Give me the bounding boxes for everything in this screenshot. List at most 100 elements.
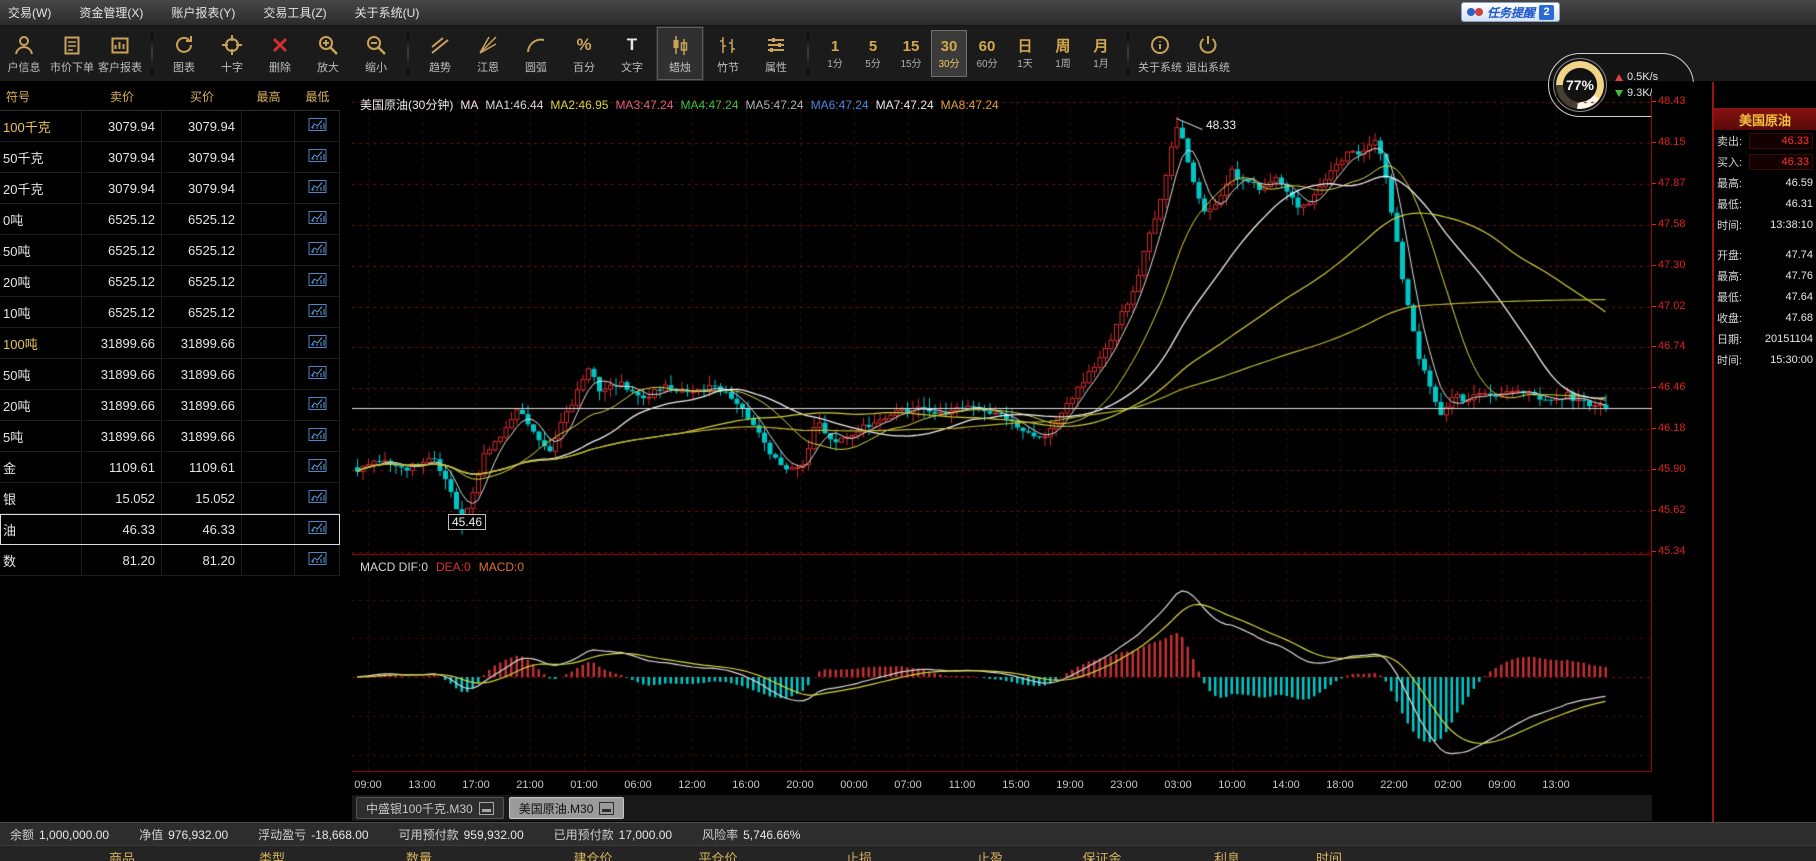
mini-chart-icon[interactable]	[308, 427, 327, 445]
orders-col-7: 保证金	[1082, 851, 1122, 861]
zoom-in-button[interactable]: 放大	[304, 26, 352, 81]
task-reminder-icon-2	[1474, 8, 1483, 16]
mini-chart-icon[interactable]	[308, 241, 327, 259]
delete-button[interactable]: 删除	[256, 26, 304, 81]
menu-item-0[interactable]: 交易(W)	[8, 4, 51, 21]
time-axis-label: 12:00	[678, 779, 706, 791]
client-report-button[interactable]: 客户报表	[96, 26, 144, 81]
ohlc-style-button[interactable]: 竹节	[704, 26, 752, 81]
mini-chart-icon[interactable]	[308, 365, 327, 383]
chart-refresh-button[interactable]: 图表	[160, 26, 208, 81]
time-axis-label: 22:00	[1380, 779, 1408, 791]
text-tool-button[interactable]: T 文字	[608, 26, 656, 81]
watchlist-col-4[interactable]: 最低	[295, 88, 340, 105]
timeframe-1w-button[interactable]: 周 1周	[1045, 30, 1081, 77]
zoom-out-button[interactable]: 缩小	[352, 26, 400, 81]
percent-button[interactable]: % 百分	[560, 26, 608, 81]
macd-header: MACD DIF:0 DEA:0 MACD:0	[360, 560, 532, 574]
watchlist-row[interactable]: 100吨 31899.66 31899.66	[0, 328, 340, 359]
mini-chart-icon[interactable]	[308, 334, 327, 352]
watchlist-row[interactable]: 20吨 31899.66 31899.66	[0, 390, 340, 421]
watchlist-col-2[interactable]: 买价	[162, 88, 242, 105]
menu-item-2[interactable]: 账户报表(Y)	[171, 4, 235, 21]
watchlist-col-0[interactable]: 符号	[0, 88, 82, 105]
exit-system-button[interactable]: 退出系统	[1184, 26, 1232, 81]
quote-field: 买入: 46.33	[1714, 151, 1816, 172]
zoom-out-icon	[365, 33, 387, 57]
chart-tab-1[interactable]: 美国原油.M30	[508, 797, 625, 819]
chart-tab-0[interactable]: 中盛银100千克.M30	[356, 797, 504, 819]
watchlist-table: 符号 卖价 买价 最高 最低 100千克 3079.94 3079.94 50千克 3079.94…	[0, 82, 340, 576]
task-reminder-badge[interactable]: 任务提醒 2	[1460, 2, 1560, 22]
timeframe-1m-button[interactable]: 1 1分	[817, 30, 853, 77]
time-axis-label: 13:00	[1542, 779, 1570, 791]
properties-button[interactable]: 属性	[752, 26, 800, 81]
ohlc-bar-icon	[717, 33, 739, 57]
mini-chart-icon[interactable]	[308, 551, 327, 569]
timeframe-1mo-button[interactable]: 月 1月	[1083, 30, 1119, 77]
mini-chart-icon[interactable]	[308, 210, 327, 228]
market-order-button[interactable]: 市价下单	[48, 26, 96, 81]
mini-chart-icon[interactable]	[308, 303, 327, 321]
high-price-annotation: 48.33	[1206, 118, 1237, 132]
price-axis-label: 45.34	[1652, 544, 1686, 557]
orders-col-3: 建仓价	[573, 851, 613, 861]
orders-table-header: 商品 类型 数量 建仓价 平仓价 止损 止盈 保证金 利息 时间	[0, 845, 1816, 861]
mini-chart-icon[interactable]	[308, 117, 327, 135]
watchlist-row[interactable]: 0吨 6525.12 6525.12	[0, 204, 340, 235]
menu-item-1[interactable]: 资金管理(X)	[79, 4, 143, 21]
watchlist-row[interactable]: 20千克 3079.94 3079.94	[0, 173, 340, 204]
timeframe-15m-button[interactable]: 15 15分	[893, 30, 929, 77]
watchlist-row[interactable]: 100千克 3079.94 3079.94	[0, 111, 340, 142]
orders-col-4: 平仓价	[698, 851, 738, 861]
watchlist-row[interactable]: 银 15.052 15.052	[0, 483, 340, 514]
status-item-1: 净值 976,932.00	[139, 827, 229, 842]
crosshair-button[interactable]: 十字	[208, 26, 256, 81]
watchlist-row[interactable]: 50千克 3079.94 3079.94	[0, 142, 340, 173]
time-axis-label: 14:00	[1272, 779, 1300, 791]
time-axis-label: 02:00	[1434, 779, 1462, 791]
price-axis: 48.43 48.15 47.87 47.58 47.30 47.02 46.74 46.46…	[1652, 82, 1710, 795]
arc-button[interactable]: 圆弧	[512, 26, 560, 81]
timeframe-5m-button[interactable]: 5 5分	[855, 30, 891, 77]
user-info-button[interactable]: 户信息	[0, 26, 48, 81]
menu-item-3[interactable]: 交易工具(Z)	[263, 4, 326, 21]
mini-chart-icon[interactable]	[308, 272, 327, 290]
mini-chart-icon[interactable]	[308, 396, 327, 414]
chart-header-segment-5: MA4:47.24	[680, 98, 739, 112]
watchlist-row[interactable]: 5吨 31899.66 31899.66	[0, 421, 340, 452]
task-reminder-label: 任务提醒	[1486, 5, 1535, 20]
mini-chart-icon[interactable]	[308, 458, 327, 476]
timeframe-30m-button[interactable]: 30 30分	[931, 30, 967, 77]
timeframe-1d-button[interactable]: 日 1天	[1007, 30, 1043, 77]
about-system-button[interactable]: 关于系统	[1136, 26, 1184, 81]
watchlist-col-1[interactable]: 卖价	[82, 88, 162, 105]
watchlist-row[interactable]: 数 81.20 81.20	[0, 545, 340, 576]
timeframe-60m-button[interactable]: 60 60分	[969, 30, 1005, 77]
mini-chart-icon[interactable]	[308, 148, 327, 166]
watchlist-row[interactable]: 50吨 6525.12 6525.12	[0, 235, 340, 266]
watchlist-col-3[interactable]: 最高	[242, 88, 295, 105]
tab-chart-icon	[478, 801, 494, 815]
refresh-chart-icon	[173, 33, 195, 57]
zoom-in-icon	[317, 33, 339, 57]
price-axis-label: 46.74	[1652, 340, 1686, 353]
watchlist-row[interactable]: 20吨 6525.12 6525.12	[0, 266, 340, 297]
macd-header-segment-0: MACD DIF:0	[360, 560, 429, 574]
candlestick-chart-canvas[interactable]	[352, 82, 1652, 795]
watchlist-row[interactable]: 金 1109.61 1109.61	[0, 452, 340, 483]
delete-icon	[269, 33, 291, 57]
mini-chart-icon[interactable]	[308, 179, 327, 197]
gann-button[interactable]: 江恩	[464, 26, 512, 81]
menu-bar: 交易(W) 资金管理(X) 账户报表(Y) 交易工具(Z) 关于系统(U) 任务提醒 2	[0, 0, 1816, 26]
mini-chart-icon[interactable]	[308, 489, 327, 507]
trading-terminal-window: 交易(W) 资金管理(X) 账户报表(Y) 交易工具(Z) 关于系统(U) 任务提醒 2…	[0, 0, 1816, 861]
watchlist-row[interactable]: 50吨 31899.66 31899.66	[0, 359, 340, 390]
price-axis-label: 47.58	[1652, 217, 1686, 230]
mini-chart-icon[interactable]	[308, 520, 327, 538]
menu-item-4[interactable]: 关于系统(U)	[355, 4, 420, 21]
watchlist-row[interactable]: 10吨 6525.12 6525.12	[0, 297, 340, 328]
trend-line-button[interactable]: 趋势	[416, 26, 464, 81]
watchlist-row[interactable]: 油 46.33 46.33	[0, 514, 340, 545]
candlestick-style-button[interactable]: 蜡烛	[656, 26, 704, 81]
